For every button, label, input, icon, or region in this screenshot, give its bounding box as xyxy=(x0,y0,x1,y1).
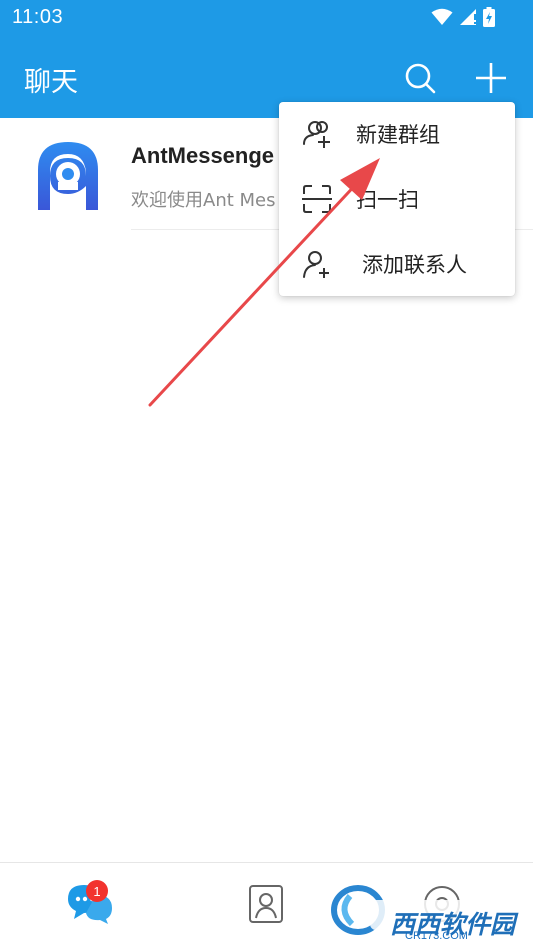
add-button[interactable] xyxy=(471,58,511,98)
menu-item-add-contact[interactable]: 添加联系人 xyxy=(279,232,515,296)
conversation-name: AntMessenge xyxy=(131,143,275,168)
plus-icon xyxy=(476,63,506,93)
search-icon xyxy=(405,63,436,94)
signal-icon xyxy=(460,9,476,25)
ant-messenger-logo xyxy=(38,142,98,210)
menu-item-label: 添加联系人 xyxy=(362,253,467,277)
person-add-icon xyxy=(303,251,329,278)
status-time: 11:03 xyxy=(12,6,64,28)
contacts-icon xyxy=(249,885,283,923)
search-button[interactable] xyxy=(400,58,440,98)
watermark-subtext: CR173.COM xyxy=(405,930,468,942)
wifi-icon xyxy=(431,8,453,25)
scan-icon xyxy=(302,185,332,213)
menu-item-label: 新建群组 xyxy=(356,123,440,147)
conversation-preview: 欢迎使用Ant Mes xyxy=(131,190,276,211)
unread-badge: 1 xyxy=(86,880,108,902)
app-header: 11:03 聊天 xyxy=(0,0,533,118)
status-icons xyxy=(431,6,495,28)
menu-item-scan[interactable]: 扫一扫 xyxy=(279,167,515,231)
menu-item-label: 扫一扫 xyxy=(356,188,419,212)
add-popup-menu: 新建群组 扫一扫 添加联系人 xyxy=(279,102,515,296)
chat-screen: 11:03 聊天 AntMessenge 欢迎使用Ant Mes 新建群组 扫一… xyxy=(0,0,533,948)
nav-contacts[interactable] xyxy=(236,878,296,930)
group-add-icon xyxy=(303,121,330,148)
battery-charging-icon xyxy=(483,7,495,27)
menu-item-new-group[interactable]: 新建群组 xyxy=(279,102,515,166)
page-title: 聊天 xyxy=(24,67,78,98)
